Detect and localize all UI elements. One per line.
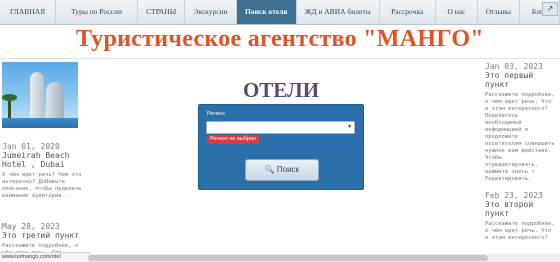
post-title[interactable]: Это первый пункт [485, 71, 557, 89]
post-title[interactable]: Это второй пункт [485, 200, 557, 218]
nav-item-countries[interactable]: СТРАНЫ [138, 0, 186, 24]
left-blog-column: Jan 01, 2020 Jumeirah Beach Hotel , Duba… [2, 62, 84, 257]
blog-post[interactable]: Jan 01, 2020 Jumeirah Beach Hotel , Duba… [2, 142, 84, 200]
chevron-down-icon: ▾ [347, 124, 351, 130]
status-url: www.turmango.com/otel [0, 252, 91, 262]
divider [0, 58, 560, 59]
nav-item-about[interactable]: О нас [436, 0, 479, 24]
post-title[interactable]: Это третий пункт [2, 231, 84, 240]
scrollbar-thumb[interactable] [88, 255, 488, 261]
tower-shape [46, 82, 64, 120]
sea-shape [2, 118, 78, 128]
hotel-search-form: Регион ▾ Регион не выбран 🔍 Поиск [198, 104, 364, 190]
region-label: Регион [207, 111, 225, 117]
region-select[interactable]: ▾ [206, 121, 355, 134]
tower-shape [30, 72, 44, 120]
post-title[interactable]: Jumeirah Beach Hotel , Dubai [2, 151, 84, 169]
right-blog-column: Jan 03, 2023 Это первый пункт Расскажите… [485, 62, 557, 242]
nav-item-russia-tours[interactable]: Туры по России [56, 0, 139, 24]
search-button-label: Поиск [276, 165, 300, 174]
hotel-image[interactable] [2, 62, 78, 128]
search-button[interactable]: 🔍 Поиск [245, 159, 319, 181]
search-icon: 🔍 [264, 165, 275, 174]
blog-post[interactable]: Feb 23, 2023 Это второй пункт Расскажите… [485, 191, 557, 242]
blog-post[interactable]: Jan 03, 2023 Это первый пункт Расскажите… [485, 62, 557, 183]
post-date: Jan 01, 2020 [2, 142, 60, 151]
post-date: Feb 23, 2023 [485, 191, 543, 200]
nav-item-reviews[interactable]: Отзывы [478, 0, 520, 24]
expand-icon[interactable]: ↗ [542, 2, 558, 16]
palm-shape [2, 94, 17, 120]
post-excerpt: Расскажите подробнее, о чём идет речь. Ч… [485, 92, 555, 182]
post-excerpt: О чём идет речь? Чем это интересно? Доба… [2, 172, 82, 199]
site-title: Туристическое агентство "МАНГО" [76, 26, 484, 52]
nav-item-hotel-search[interactable]: Поиск отеля [236, 0, 297, 24]
post-date: May 28, 2023 [2, 222, 60, 231]
nav-item-installments[interactable]: Рассрочка [380, 0, 436, 24]
nav-item-excursions[interactable]: Экскурсии [185, 0, 237, 24]
nav-item-home[interactable]: ГЛАВНАЯ [0, 0, 57, 24]
horizontal-scrollbar[interactable] [88, 254, 560, 262]
region-error: Регион не выбран [207, 135, 259, 144]
post-excerpt: Расскажите подробнее, о чём идет речь. Ч… [485, 221, 555, 241]
hotels-heading: ОТЕЛИ [242, 78, 320, 102]
nav-item-tickets[interactable]: ЖД и АВИА билеты [297, 0, 380, 24]
post-date: Jan 03, 2023 [485, 62, 543, 71]
top-nav: ГЛАВНАЯ Туры по России СТРАНЫ Экскурсии … [0, 0, 560, 25]
